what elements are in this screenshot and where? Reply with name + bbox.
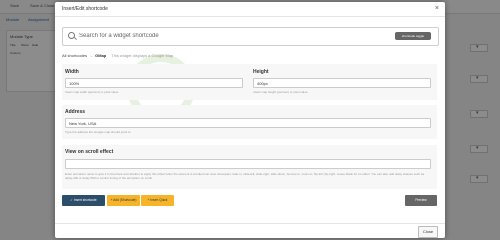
- width-input[interactable]: [65, 78, 243, 88]
- insert-shortcode-button[interactable]: ✓ Insert shortcode: [62, 195, 105, 206]
- height-input[interactable]: [253, 78, 431, 88]
- preview-button[interactable]: Preview: [405, 195, 437, 206]
- height-help: Insert map height (percent) or pixel val…: [253, 90, 308, 94]
- address-label: Address: [65, 109, 86, 115]
- action-bar: ✓ Insert shortcode + Add (Shortcode) + I…: [62, 194, 437, 208]
- search-icon: [68, 32, 75, 39]
- modal-header: Insert/Edit shortcode ×: [55, 2, 445, 17]
- height-label: Height: [253, 69, 269, 75]
- insert-quick-button[interactable]: + Insert Quick: [141, 195, 174, 206]
- width-help: Insert map width (percent) or pixel valu…: [65, 90, 119, 94]
- address-help: Type the address the Google map should p…: [65, 130, 131, 134]
- scroll-effect-label: View on scroll effect: [65, 149, 114, 155]
- close-button[interactable]: Close: [418, 226, 438, 238]
- scroll-effect-input[interactable]: [65, 159, 431, 169]
- search-input[interactable]: [79, 31, 379, 41]
- breadcrumb-all-shortcodes[interactable]: All shortcodes: [62, 53, 87, 58]
- add-shortcode-button[interactable]: + Add (Shortcode): [107, 195, 140, 206]
- shortcode-modal: Joomla.bio Insert/Edit shortcode × short…: [55, 2, 445, 238]
- breadcrumb-current: GMap: [95, 53, 107, 58]
- shortcode-description: This widget displays a Google Map: [111, 53, 174, 58]
- modal-footer: Close: [55, 223, 445, 239]
- breadcrumb: All shortcodes → GMap This widget displays …: [62, 53, 173, 58]
- width-label: Width: [65, 69, 79, 75]
- close-icon[interactable]: ×: [435, 5, 439, 12]
- address-input[interactable]: [65, 118, 431, 128]
- shortcode-toggle-button[interactable]: shortcode toggle: [395, 32, 431, 40]
- search-box: shortcode toggle: [62, 27, 439, 46]
- breadcrumb-separator: →: [89, 53, 94, 58]
- modal-title: Insert/Edit shortcode: [62, 6, 108, 12]
- scroll-effect-help: Enter animation name to give it to the b…: [65, 172, 425, 180]
